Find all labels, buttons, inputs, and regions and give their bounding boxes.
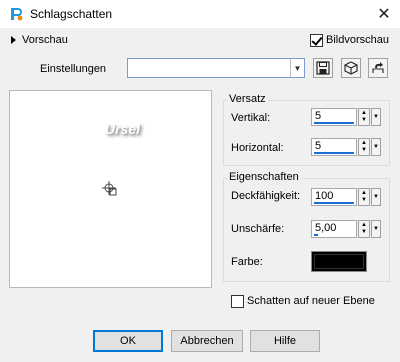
reset-icon (372, 62, 384, 73)
crosshair-icon[interactable] (101, 180, 119, 198)
horizontal-dropdown-button[interactable]: ▼ (371, 138, 381, 156)
horizontal-slider-bar[interactable] (314, 152, 354, 154)
vertikal-dropdown-button[interactable]: ▼ (371, 108, 381, 126)
vertikal-input[interactable]: 5 (311, 108, 357, 126)
preview-pane[interactable]: Ursel (9, 90, 212, 288)
unschaerfe-label: Unschärfe: (231, 223, 285, 235)
eigenschaften-title: Eigenschaften (227, 171, 301, 183)
cube-icon (344, 61, 358, 75)
deckfaehigkeit-dropdown-button[interactable]: ▼ (371, 188, 381, 206)
resource-manager-button[interactable] (341, 58, 361, 78)
save-preset-button[interactable] (313, 58, 333, 78)
cancel-button[interactable]: Abbrechen (171, 330, 243, 352)
help-button[interactable]: Hilfe (250, 330, 320, 352)
close-icon: ✕ (377, 6, 391, 23)
versatz-title: Versatz (227, 93, 268, 105)
einstellungen-dropdown[interactable]: ▼ (127, 58, 305, 78)
bildvorschau-checkbox[interactable] (310, 34, 323, 47)
vertikal-spinner[interactable]: ▲ ▼ (358, 108, 370, 126)
vertikal-slider-bar[interactable] (314, 122, 354, 124)
unschaerfe-dropdown-button[interactable]: ▼ (371, 220, 381, 238)
save-icon (316, 61, 330, 75)
ok-button[interactable]: OK (93, 330, 163, 352)
farbe-color-swatch[interactable] (311, 251, 367, 272)
einstellungen-label: Einstellungen (40, 63, 107, 75)
preview-sample-text: Ursel (105, 121, 141, 137)
horizontal-input[interactable]: 5 (311, 138, 357, 156)
deckfaehigkeit-value: 100 (315, 190, 334, 202)
close-button[interactable]: ✕ (372, 3, 396, 25)
app-icon (8, 6, 24, 22)
deckfaehigkeit-spinner[interactable]: ▲ ▼ (358, 188, 370, 206)
window-title: Schlagschatten (30, 7, 113, 21)
horizontal-label: Horizontal: (231, 142, 284, 154)
farbe-label: Farbe: (231, 256, 263, 268)
deckfaehigkeit-label: Deckfähigkeit: (231, 190, 301, 202)
unschaerfe-slider-bar[interactable] (314, 234, 318, 236)
unschaerfe-spinner[interactable]: ▲ ▼ (358, 220, 370, 238)
chevron-down-icon[interactable]: ▼ (290, 59, 304, 77)
expand-arrow-icon[interactable] (11, 36, 16, 44)
horizontal-value: 5 (315, 140, 322, 152)
vertikal-label: Vertikal: (231, 112, 271, 124)
reset-defaults-button[interactable] (368, 58, 388, 78)
unschaerfe-value: 5,00 (315, 222, 337, 234)
unschaerfe-input[interactable]: 5,00 (311, 220, 357, 238)
horizontal-spinner[interactable]: ▲ ▼ (358, 138, 370, 156)
bildvorschau-label[interactable]: Bildvorschau (326, 34, 389, 46)
vorschau-label[interactable]: Vorschau (22, 34, 68, 46)
vertikal-value: 5 (315, 110, 322, 122)
deckfaehigkeit-input[interactable]: 100 (311, 188, 357, 206)
schatten-neue-ebene-label[interactable]: Schatten auf neuer Ebene (247, 295, 375, 307)
deckfaehigkeit-slider-bar[interactable] (314, 202, 354, 204)
schatten-neue-ebene-checkbox[interactable] (231, 295, 244, 308)
